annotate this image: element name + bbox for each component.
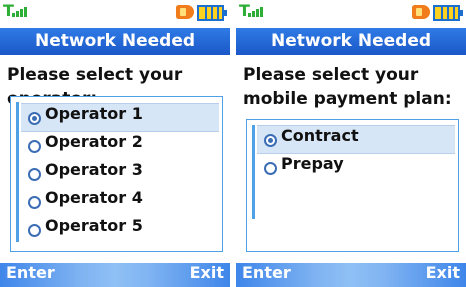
operator-list: Operator 1 Operator 2 Operator 3 Operato… (10, 96, 223, 252)
payment-plan-list: Contract Prepay (246, 119, 459, 252)
radio-selected-icon (264, 134, 277, 147)
screen-title: Network Needed (236, 28, 466, 55)
battery-icon (176, 3, 227, 21)
option-operator-4[interactable]: Operator 4 (21, 188, 219, 215)
prompt-text: Please select your mobile payment plan: (243, 65, 452, 109)
phone-screen-operator: T Network Needed Please select your oper… (0, 0, 230, 287)
radio-selected-icon (28, 112, 41, 125)
radio-icon (28, 196, 41, 209)
enter-softkey[interactable]: Enter (6, 263, 55, 282)
signal-icon: T (3, 3, 29, 21)
screen-title: Network Needed (0, 28, 230, 55)
radio-icon (28, 140, 41, 153)
option-operator-1[interactable]: Operator 1 (21, 103, 219, 132)
scroll-rail (252, 125, 255, 219)
exit-softkey[interactable]: Exit (426, 263, 460, 282)
option-operator-5[interactable]: Operator 5 (21, 216, 219, 243)
softkey-bar: Enter Exit (0, 263, 230, 287)
option-operator-3[interactable]: Operator 3 (21, 160, 219, 187)
option-contract[interactable]: Contract (257, 125, 455, 154)
speaker-icon (176, 5, 194, 19)
option-label: Contract (281, 126, 359, 145)
option-prepay[interactable]: Prepay (257, 154, 455, 181)
battery-icon (412, 3, 463, 21)
scroll-rail (16, 102, 19, 242)
option-label: Operator 3 (45, 160, 143, 179)
softkey-bar: Enter Exit (236, 263, 466, 287)
option-label: Operator 4 (45, 188, 143, 207)
speaker-icon (412, 5, 430, 19)
phone-screen-payment-plan: T Network Needed Please select your mobi… (236, 0, 466, 287)
enter-softkey[interactable]: Enter (242, 263, 291, 282)
status-bar: T (236, 0, 466, 28)
option-label: Prepay (281, 154, 344, 173)
status-bar: T (0, 0, 230, 28)
option-label: Operator 1 (45, 104, 143, 123)
signal-icon: T (239, 3, 265, 21)
option-label: Operator 2 (45, 132, 143, 151)
exit-softkey[interactable]: Exit (190, 263, 224, 282)
radio-icon (264, 162, 277, 175)
radio-icon (28, 168, 41, 181)
radio-icon (28, 224, 41, 237)
option-operator-2[interactable]: Operator 2 (21, 132, 219, 159)
option-label: Operator 5 (45, 216, 143, 235)
